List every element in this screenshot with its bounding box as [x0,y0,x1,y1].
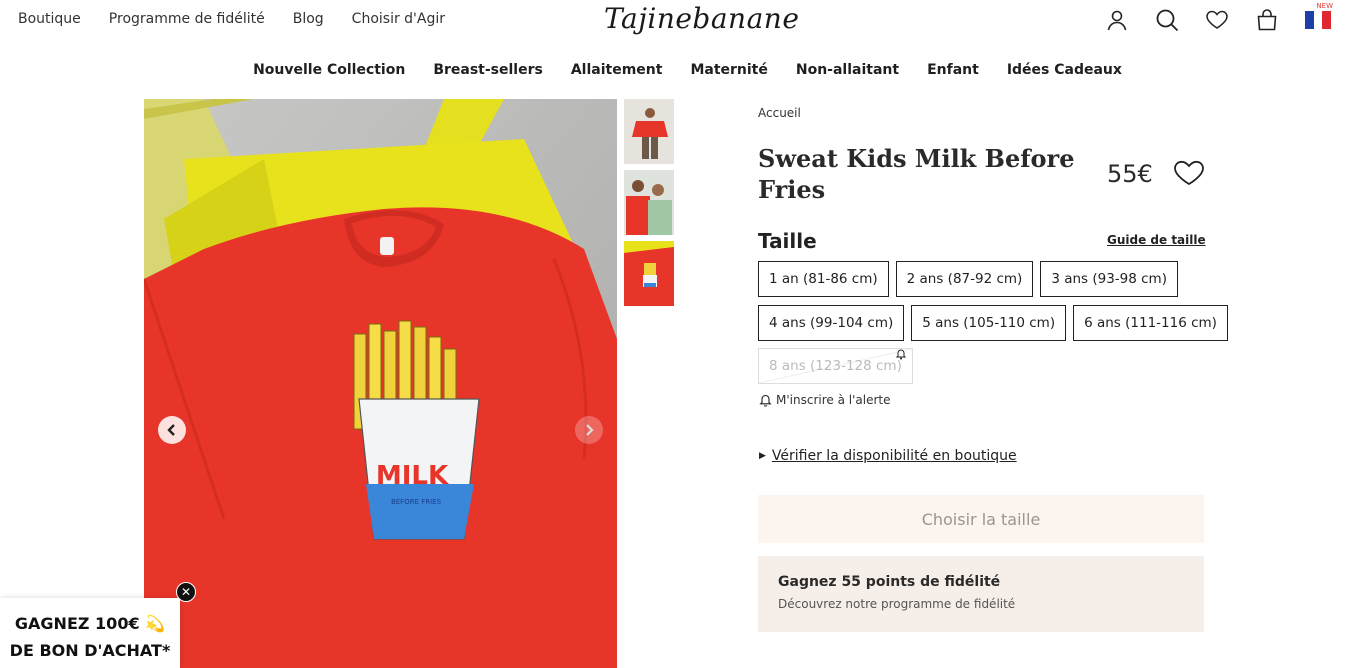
size-option-1-an[interactable]: 1 an (81-86 cm) [758,261,889,297]
top-navigation: Boutique Programme de fidélité Blog Choi… [0,0,1371,40]
sweater-photo: MILK BEFORE FRIES [144,99,617,668]
bag-icon[interactable] [1255,8,1279,32]
loyalty-subtitle: Découvrez notre programme de fidélité [778,597,1016,611]
loyalty-banner[interactable]: Gagnez 55 points de fidélité Découvrez n… [758,556,1204,632]
promo-banner[interactable]: GAGNEZ 100€ 💫 DE BON D'ACHAT* [0,598,180,668]
category-idees-cadeaux[interactable]: Idées Cadeaux [1007,62,1122,78]
sweater-print-text: MILK [376,461,449,491]
product-title: Sweat Kids Milk Before Fries [758,144,1075,204]
breadcrumb[interactable]: Accueil [758,106,801,120]
category-breast-sellers[interactable]: Breast-sellers [433,62,543,78]
thumbnail-2[interactable] [624,170,674,235]
category-enfant[interactable]: Enfant [927,62,979,78]
carousel-prev-button[interactable] [158,416,186,444]
size-guide-link[interactable]: Guide de taille [1107,233,1206,247]
size-option-6-ans[interactable]: 6 ans (111-116 cm) [1073,305,1228,341]
bell-icon [759,394,772,407]
nav-link-boutique[interactable]: Boutique [18,11,81,27]
stock-alert-label: M'inscrire à l'alerte [776,393,891,407]
heart-icon[interactable] [1205,8,1229,32]
size-option-2-ans[interactable]: 2 ans (87-92 cm) [895,261,1034,297]
close-icon: ✕ [180,585,192,599]
category-nouvelle-collection[interactable]: Nouvelle Collection [253,62,405,78]
chevron-right-icon [586,424,594,436]
search-icon[interactable] [1155,8,1179,32]
user-icon[interactable] [1105,8,1129,32]
bell-icon [895,345,907,364]
category-maternite[interactable]: Maternité [690,62,767,78]
nav-link-blog[interactable]: Blog [293,11,324,27]
size-label: Taille [758,229,817,253]
category-non-allaitant[interactable]: Non-allaitant [796,62,899,78]
product-main-image[interactable]: MILK BEFORE FRIES [144,99,617,668]
size-options-row-2: 4 ans (99-104 cm) 5 ans (105-110 cm) 6 a… [758,305,1228,341]
header-icons: NEW [1105,2,1333,32]
new-badge: NEW [1316,2,1333,10]
nav-link-loyalty[interactable]: Programme de fidélité [109,11,265,27]
promo-line-2: DE BON D'ACHAT* [9,641,171,660]
store-availability-toggle[interactable]: ▶ Vérifier la disponibilité en boutique [759,448,1017,464]
chevron-left-icon [167,424,175,436]
size-option-5-ans[interactable]: 5 ans (105-110 cm) [911,305,1067,341]
france-flag-icon[interactable]: NEW [1305,2,1333,29]
sweater-print-subtext: BEFORE FRIES [391,498,442,506]
caret-right-icon: ▶ [759,451,766,461]
promo-close-button[interactable]: ✕ [176,582,196,602]
product-price: 55€ [1107,160,1153,188]
size-options-row-1: 1 an (81-86 cm) 2 ans (87-92 cm) 3 ans (… [758,261,1178,297]
wishlist-button[interactable] [1173,160,1205,190]
heart-icon [1174,160,1204,186]
size-option-3-ans[interactable]: 3 ans (93-98 cm) [1040,261,1178,297]
choose-size-button[interactable]: Choisir la taille [758,495,1204,543]
loyalty-title: Gagnez 55 points de fidélité [778,574,1001,590]
category-allaitement[interactable]: Allaitement [571,62,663,78]
carousel-next-button[interactable] [575,416,603,444]
promo-line-1: GAGNEZ 100€ 💫 [14,614,166,633]
thumbnail-1[interactable] [624,99,674,164]
site-logo[interactable]: Tajinebanane [604,2,799,35]
size-option-4-ans[interactable]: 4 ans (99-104 cm) [758,305,905,341]
thumbnail-3[interactable] [624,241,674,306]
size-option-8-ans-unavailable[interactable]: 8 ans (123-128 cm) [758,348,913,384]
category-navigation: Nouvelle Collection Breast-sellers Allai… [0,62,1371,78]
size-options-row-3: 8 ans (123-128 cm) [758,348,913,384]
nav-link-choisir-dagir[interactable]: Choisir d'Agir [352,11,445,27]
thumbnail-strip [624,99,674,306]
stock-alert-link[interactable]: M'inscrire à l'alerte [759,393,890,407]
store-availability-label: Vérifier la disponibilité en boutique [771,448,1017,464]
top-links: Boutique Programme de fidélité Blog Choi… [18,11,445,27]
